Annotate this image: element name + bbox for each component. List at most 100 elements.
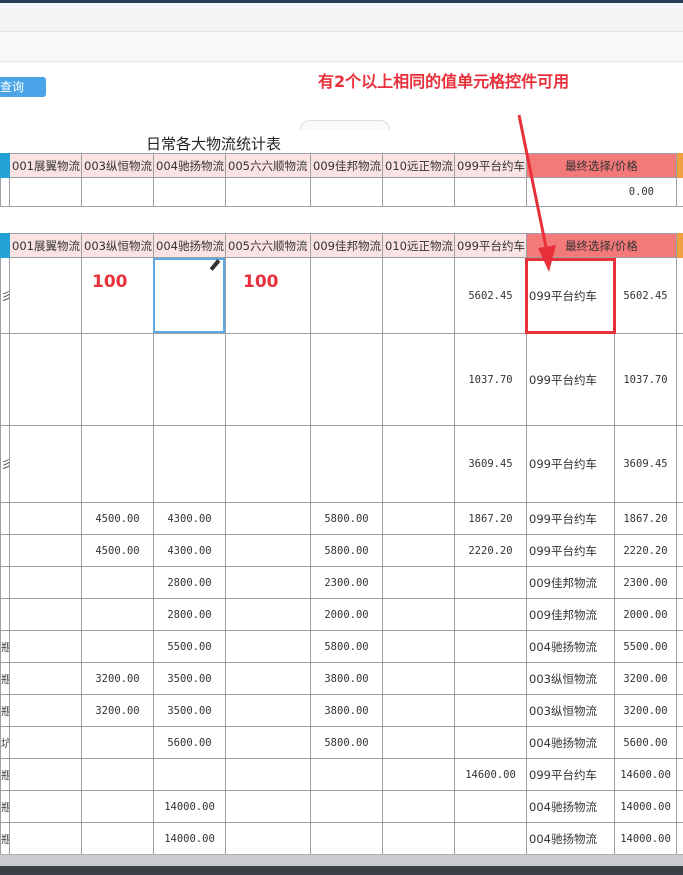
- cell-010[interactable]: [382, 534, 455, 567]
- cell-001[interactable]: [9, 425, 82, 503]
- cell[interactable]: [81, 177, 154, 207]
- cell-099[interactable]: [454, 726, 527, 759]
- cell-010[interactable]: [382, 566, 455, 599]
- cell[interactable]: [153, 177, 226, 207]
- cell-003[interactable]: 4500.00: [81, 534, 154, 567]
- cell-final-choice[interactable]: 099平台约车: [526, 534, 615, 567]
- cell-009[interactable]: [310, 790, 383, 823]
- cell-004[interactable]: 2800.00: [153, 598, 226, 631]
- cell[interactable]: [9, 177, 82, 207]
- cell-003[interactable]: 3200.00: [81, 694, 154, 727]
- cell-099[interactable]: [454, 662, 527, 695]
- cell-005[interactable]: [225, 534, 311, 567]
- cell-final-choice[interactable]: 004驰扬物流: [526, 822, 615, 855]
- cell-004[interactable]: [153, 758, 226, 791]
- cell-005[interactable]: [225, 598, 311, 631]
- cell-010[interactable]: [382, 726, 455, 759]
- cell-003[interactable]: [81, 598, 154, 631]
- cell-004[interactable]: 5500.00: [153, 630, 226, 663]
- cell-001[interactable]: [9, 333, 82, 426]
- cell-010[interactable]: [382, 333, 455, 426]
- cell-004[interactable]: 2800.00: [153, 566, 226, 599]
- cell-099[interactable]: [454, 598, 527, 631]
- cell-final-choice[interactable]: 009佳邦物流: [526, 566, 615, 599]
- cell-009[interactable]: [310, 425, 383, 503]
- cell-005[interactable]: [225, 257, 311, 334]
- cell-099[interactable]: 3609.45: [454, 425, 527, 503]
- cell-001[interactable]: [9, 502, 82, 535]
- cell[interactable]: [382, 177, 455, 207]
- cell-001[interactable]: [9, 662, 82, 695]
- cell-010[interactable]: [382, 758, 455, 791]
- cell-099[interactable]: 1867.20: [454, 502, 527, 535]
- cell-009[interactable]: [310, 822, 383, 855]
- cell-001[interactable]: [9, 534, 82, 567]
- cell-099[interactable]: 14600.00: [454, 758, 527, 791]
- cell-final-choice[interactable]: 099平台约车: [526, 758, 615, 791]
- cell-004[interactable]: 3500.00: [153, 694, 226, 727]
- cell-005[interactable]: [225, 726, 311, 759]
- cell-004[interactable]: 14000.00: [153, 822, 226, 855]
- cell-099[interactable]: 1037.70: [454, 333, 527, 426]
- cell-004[interactable]: 5600.00: [153, 726, 226, 759]
- cell-010[interactable]: [382, 502, 455, 535]
- cell-005[interactable]: [225, 790, 311, 823]
- cell-001[interactable]: [9, 566, 82, 599]
- cell-final-choice[interactable]: 003纵恒物流: [526, 662, 615, 695]
- cell[interactable]: [454, 177, 527, 207]
- cell-final-choice[interactable]: 003纵恒物流: [526, 694, 615, 727]
- cell-final-choice[interactable]: 009佳邦物流: [526, 598, 615, 631]
- cell-003[interactable]: [81, 822, 154, 855]
- cell-003[interactable]: [81, 333, 154, 426]
- cell-004[interactable]: 3500.00: [153, 662, 226, 695]
- cell-009[interactable]: 5800.00: [310, 630, 383, 663]
- cell-final-choice[interactable]: 099平台约车: [526, 333, 615, 426]
- cell-010[interactable]: [382, 822, 455, 855]
- cell-001[interactable]: [9, 630, 82, 663]
- cell-001[interactable]: [9, 598, 82, 631]
- cell-final-choice[interactable]: 099平台约车: [526, 425, 615, 503]
- cell-003[interactable]: [81, 566, 154, 599]
- cell-099[interactable]: 5602.45: [454, 257, 527, 334]
- cell-001[interactable]: [9, 822, 82, 855]
- cell-099[interactable]: [454, 566, 527, 599]
- cell-003[interactable]: [81, 790, 154, 823]
- cell-010[interactable]: [382, 790, 455, 823]
- cell-005[interactable]: [225, 630, 311, 663]
- cell-005[interactable]: [225, 662, 311, 695]
- cell-009[interactable]: [310, 333, 383, 426]
- cell-004[interactable]: [153, 425, 226, 503]
- query-button[interactable]: 查询: [0, 77, 46, 97]
- cell-010[interactable]: [382, 598, 455, 631]
- cell-003[interactable]: [81, 257, 154, 334]
- cell-003[interactable]: 3200.00: [81, 662, 154, 695]
- cell-004[interactable]: 4300.00: [153, 534, 226, 567]
- cell-004[interactable]: 4300.00: [153, 502, 226, 535]
- cell-final-choice[interactable]: 099平台约车: [526, 502, 615, 535]
- cell-010[interactable]: [382, 662, 455, 695]
- selected-cell-highlight[interactable]: [153, 258, 225, 333]
- cell-004[interactable]: [153, 333, 226, 426]
- cell-010[interactable]: [382, 694, 455, 727]
- cell-005[interactable]: [225, 502, 311, 535]
- cell-009[interactable]: 5800.00: [310, 534, 383, 567]
- cell-003[interactable]: [81, 758, 154, 791]
- cell-009[interactable]: [310, 758, 383, 791]
- cell-005[interactable]: [225, 758, 311, 791]
- cell-final-choice[interactable]: 004驰扬物流: [526, 790, 615, 823]
- cell-099[interactable]: [454, 790, 527, 823]
- cell-009[interactable]: 2300.00: [310, 566, 383, 599]
- cell-003[interactable]: [81, 726, 154, 759]
- cell-099[interactable]: [454, 694, 527, 727]
- cell[interactable]: [225, 177, 311, 207]
- cell-001[interactable]: [9, 726, 82, 759]
- cell-009[interactable]: 5800.00: [310, 726, 383, 759]
- cell-005[interactable]: [225, 333, 311, 426]
- cell-099[interactable]: 2220.20: [454, 534, 527, 567]
- cell-010[interactable]: [382, 257, 455, 334]
- cell-005[interactable]: [225, 425, 311, 503]
- cell-005[interactable]: [225, 822, 311, 855]
- cell-final-choice[interactable]: 004驰扬物流: [526, 726, 615, 759]
- cell-099[interactable]: [454, 822, 527, 855]
- cell-010[interactable]: [382, 425, 455, 503]
